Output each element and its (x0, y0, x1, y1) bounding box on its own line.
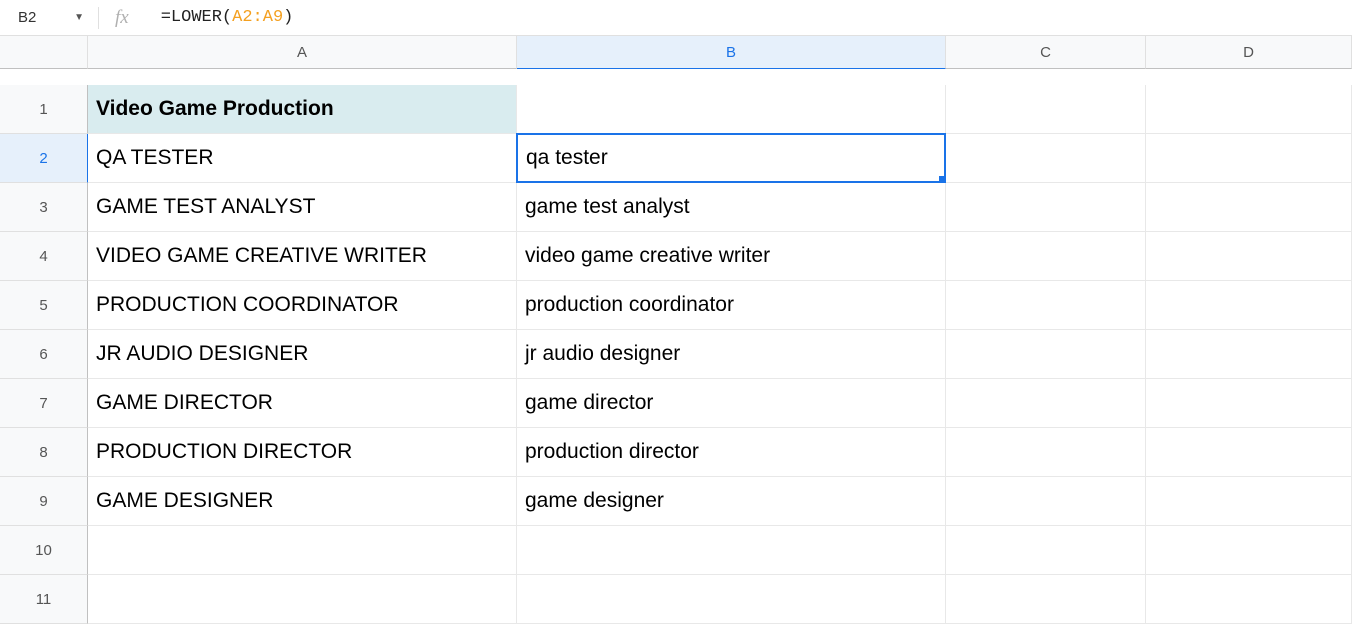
formula-bar: B2 ▼ fx =LOWER(A2:A9) (0, 0, 1352, 36)
cell-C8[interactable] (946, 428, 1146, 477)
cell-B9[interactable]: game designer (517, 477, 946, 526)
row-header-11[interactable]: 11 (0, 575, 88, 624)
fx-icon: fx (98, 7, 145, 29)
cell-B11[interactable] (517, 575, 946, 624)
row-header-7[interactable]: 7 (0, 379, 88, 428)
cell-A5[interactable]: PRODUCTION COORDINATOR (88, 281, 517, 330)
row-header-10[interactable]: 10 (0, 526, 88, 575)
cell-D1[interactable] (1146, 85, 1352, 134)
row-header-6[interactable]: 6 (0, 330, 88, 379)
cell-A8[interactable]: PRODUCTION DIRECTOR (88, 428, 517, 477)
row-header-5[interactable]: 5 (0, 281, 88, 330)
cell-A3[interactable]: GAME TEST ANALYST (88, 183, 517, 232)
name-box[interactable]: B2 ▼ (8, 9, 90, 26)
cell-B1[interactable] (517, 85, 946, 134)
cell-C9[interactable] (946, 477, 1146, 526)
row-header-8[interactable]: 8 (0, 428, 88, 477)
cell-B5[interactable]: production coordinator (517, 281, 946, 330)
cell-C4[interactable] (946, 232, 1146, 281)
cell-B6[interactable]: jr audio designer (517, 330, 946, 379)
spreadsheet-grid: A B C D 1 Video Game Production 2 QA TES… (0, 36, 1352, 624)
cell-B7[interactable]: game director (517, 379, 946, 428)
row-header-2[interactable]: 2 (0, 134, 88, 183)
cell-A9[interactable]: GAME DESIGNER (88, 477, 517, 526)
column-header-C[interactable]: C (946, 36, 1146, 69)
cell-A2[interactable]: QA TESTER (88, 134, 517, 183)
cell-C10[interactable] (946, 526, 1146, 575)
cell-D7[interactable] (1146, 379, 1352, 428)
cell-B4[interactable]: video game creative writer (517, 232, 946, 281)
cell-A1[interactable]: Video Game Production (88, 85, 517, 134)
row-header-1[interactable]: 1 (0, 85, 88, 134)
select-all-corner[interactable] (0, 36, 88, 69)
row-header-4[interactable]: 4 (0, 232, 88, 281)
cell-C11[interactable] (946, 575, 1146, 624)
formula-range: A2:A9 (232, 8, 283, 27)
cell-C7[interactable] (946, 379, 1146, 428)
column-header-A[interactable]: A (88, 36, 517, 69)
cell-D8[interactable] (1146, 428, 1352, 477)
cell-B10[interactable] (517, 526, 946, 575)
cell-D4[interactable] (1146, 232, 1352, 281)
cell-D9[interactable] (1146, 477, 1352, 526)
cell-C2[interactable] (946, 134, 1146, 183)
selected-cell-name: B2 (18, 9, 36, 26)
cell-B2[interactable]: qa tester (516, 133, 946, 183)
column-header-D[interactable]: D (1146, 36, 1352, 69)
cell-A4[interactable]: VIDEO GAME CREATIVE WRITER (88, 232, 517, 281)
cell-D2[interactable] (1146, 134, 1352, 183)
cell-A11[interactable] (88, 575, 517, 624)
cell-A6[interactable]: JR AUDIO DESIGNER (88, 330, 517, 379)
cell-D3[interactable] (1146, 183, 1352, 232)
chevron-down-icon[interactable]: ▼ (74, 12, 84, 23)
cell-D10[interactable] (1146, 526, 1352, 575)
row-header-9[interactable]: 9 (0, 477, 88, 526)
cell-C3[interactable] (946, 183, 1146, 232)
cell-C6[interactable] (946, 330, 1146, 379)
column-header-B[interactable]: B (517, 36, 946, 69)
row-header-3[interactable]: 3 (0, 183, 88, 232)
formula-text-prefix: =LOWER( (161, 8, 232, 27)
cell-A10[interactable] (88, 526, 517, 575)
cell-D11[interactable] (1146, 575, 1352, 624)
cell-C5[interactable] (946, 281, 1146, 330)
cell-B3[interactable]: game test analyst (517, 183, 946, 232)
cell-D5[interactable] (1146, 281, 1352, 330)
formula-text-suffix: ) (283, 8, 293, 27)
cell-A7[interactable]: GAME DIRECTOR (88, 379, 517, 428)
cell-B8[interactable]: production director (517, 428, 946, 477)
cell-D6[interactable] (1146, 330, 1352, 379)
cell-C1[interactable] (946, 85, 1146, 134)
formula-input[interactable]: =LOWER(A2:A9) (153, 8, 294, 27)
